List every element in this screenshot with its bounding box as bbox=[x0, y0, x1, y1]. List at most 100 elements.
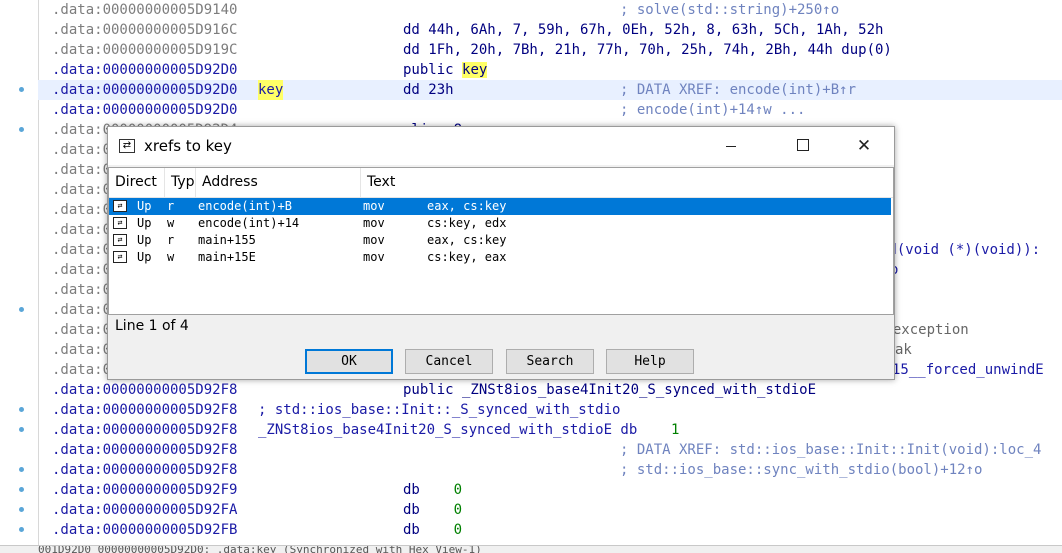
line-address: .data:00000000005D92D0 bbox=[52, 102, 238, 118]
row-operands: cs:key, eax bbox=[427, 250, 507, 264]
listing-line[interactable]: .data:00000000005D92FA db 0 bbox=[38, 500, 1062, 520]
column-header-direction[interactable]: Direct bbox=[109, 168, 165, 197]
listing-line[interactable]: .data:00000000005D92F8 public _ZNSt8ios_b… bbox=[38, 380, 1062, 400]
breakpoint-dot bbox=[19, 527, 24, 532]
table-header: Direct Typ Address Text bbox=[109, 168, 893, 198]
line-instruction: public key bbox=[403, 60, 488, 80]
highlighted-symbol[interactable]: key bbox=[462, 62, 488, 78]
table-row[interactable]: ⇄ Up r main+155 mov eax, cs:key bbox=[109, 232, 891, 249]
line-instruction: db 0 bbox=[403, 520, 462, 540]
listing-fragment: 15__forced_unwindE bbox=[892, 362, 1044, 378]
line-instruction: db 0 bbox=[403, 500, 462, 520]
line-address: .data:00000000005D92D0 bbox=[52, 62, 238, 78]
cancel-button[interactable]: Cancel bbox=[405, 349, 493, 374]
row-direction: Up bbox=[137, 199, 152, 213]
listing-line[interactable]: .data:00000000005D916C dd 44h, 6Ah, 7, 59… bbox=[38, 20, 1062, 40]
row-direction: Up bbox=[137, 250, 152, 264]
line-address: .data:00000000005D9140 bbox=[52, 2, 238, 18]
column-header-type[interactable]: Typ bbox=[165, 168, 196, 197]
row-type: w bbox=[167, 250, 175, 264]
maximize-icon bbox=[797, 139, 809, 151]
help-button[interactable]: Help bbox=[606, 349, 694, 374]
free-text: ; std::ios_base::Init::_S_synced_with_st… bbox=[258, 402, 621, 418]
xrefs-table[interactable]: Direct Typ Address Text ⇄ Up r encode(int)+… bbox=[108, 167, 894, 315]
row-address: encode(int)+14 bbox=[198, 216, 300, 230]
breakpoint-dot bbox=[19, 307, 24, 312]
listing-line[interactable]: .data:00000000005D919C dd 1Fh, 20h, 7Bh, … bbox=[38, 40, 1062, 60]
line-address: .data:00000000005D92FA bbox=[52, 502, 238, 518]
table-row[interactable]: ⇄ Up r encode(int)+B mov eax, cs:key bbox=[109, 198, 891, 215]
line-address: .data:00000000005D92D0 bbox=[52, 82, 238, 98]
line-address: .data:00000000005D919C bbox=[52, 42, 238, 58]
listing-fragment: ed(void (*)(void)): bbox=[880, 242, 1041, 258]
line-address: .data:00000000005D92F8 bbox=[52, 382, 238, 398]
ok-button[interactable]: OK bbox=[305, 349, 393, 374]
listing-line[interactable]: .data:00000000005D9140 ; solve(std::strin… bbox=[38, 0, 1062, 20]
listing-line[interactable]: .data:00000000005D92F8 ; DATA XREF: std::… bbox=[38, 440, 1062, 460]
row-address: encode(int)+B bbox=[198, 199, 292, 213]
line-text: _ZNSt8ios_base4Init20_S_synced_with_stdi… bbox=[258, 420, 679, 440]
close-button[interactable]: ✕ bbox=[841, 127, 887, 165]
operand-value: 1 bbox=[671, 422, 680, 438]
maximize-button[interactable] bbox=[780, 127, 826, 165]
xref-icon: ⇄ bbox=[113, 251, 127, 263]
line-label[interactable]: key bbox=[258, 80, 284, 100]
listing-line[interactable]: .data:00000000005D92D0 ; encode(int)+14↑w… bbox=[38, 100, 1062, 120]
row-operands: cs:key, edx bbox=[427, 216, 507, 230]
dialog-status: Line 1 of 4 bbox=[115, 318, 189, 334]
operand-value: 0 bbox=[453, 482, 463, 498]
line-comment: ; solve(std::string)+250↑o bbox=[620, 2, 840, 18]
xref-icon: ⇄ bbox=[113, 234, 127, 246]
instruction-text: db bbox=[403, 522, 454, 538]
row-direction: Up bbox=[137, 233, 152, 247]
listing-line[interactable]: .data:00000000005D92F8 ; std::ios_base::I… bbox=[38, 400, 1062, 420]
operand-value: 0 bbox=[453, 522, 463, 538]
dialog-title: xrefs to key bbox=[144, 137, 232, 155]
listing-line[interactable]: .data:00000000005D92FB db 0 bbox=[38, 520, 1062, 540]
line-comment: ; DATA XREF: std::ios_base::Init::Init(v… bbox=[620, 442, 1042, 458]
minimize-button[interactable] bbox=[708, 127, 754, 165]
listing-line[interactable]: .data:00000000005D92F9 db 0 bbox=[38, 480, 1062, 500]
line-instruction: dd 44h, 6Ah, 7, 59h, 67h, 0Eh, 52h, 8, 6… bbox=[403, 22, 884, 38]
row-instruction: mov bbox=[363, 216, 385, 230]
row-type: r bbox=[167, 199, 175, 213]
listing-line[interactable]: .data:00000000005D92D0 public key bbox=[38, 60, 1062, 80]
search-button[interactable]: Search bbox=[506, 349, 594, 374]
row-direction: Up bbox=[137, 216, 152, 230]
breakpoint-dot bbox=[19, 507, 24, 512]
breakpoint-dot bbox=[19, 127, 24, 132]
line-address: .data:00000000005D92F8 bbox=[52, 422, 238, 438]
row-address: main+155 bbox=[198, 233, 256, 247]
line-address: .data:00000000005D916C bbox=[52, 22, 238, 38]
dialog-titlebar[interactable]: ⇄ xrefs to key ✕ bbox=[108, 127, 894, 165]
close-icon: ✕ bbox=[856, 136, 872, 156]
instruction-text: db bbox=[403, 502, 454, 518]
breakpoint-dot bbox=[19, 87, 24, 92]
breakpoint-dot bbox=[19, 487, 24, 492]
breakpoint-dot bbox=[19, 467, 24, 472]
row-operands: eax, cs:key bbox=[427, 233, 507, 247]
operand-value: 0 bbox=[453, 502, 463, 518]
listing-line[interactable]: .data:00000000005D92F8 _ZNSt8ios_base4Ini… bbox=[38, 420, 1062, 440]
table-row[interactable]: ⇄ Up w encode(int)+14 mov cs:key, edx bbox=[109, 215, 891, 232]
line-instruction: dd 23h bbox=[403, 82, 454, 98]
table-row[interactable]: ⇄ Up w main+15E mov cs:key, eax bbox=[109, 249, 891, 266]
line-instruction: dd 1Fh, 20h, 7Bh, 21h, 77h, 70h, 25h, 74… bbox=[403, 42, 892, 58]
listing-line[interactable]: .data:00000000005D92D0 key dd 23h ; DATA XR… bbox=[38, 80, 1062, 100]
xref-icon: ⇄ bbox=[119, 139, 135, 153]
instruction-text: public bbox=[403, 62, 463, 78]
instruction-text: db bbox=[403, 482, 454, 498]
row-instruction: mov bbox=[363, 250, 385, 264]
line-instruction: public _ZNSt8ios_base4Init20_S_synced_wi… bbox=[403, 382, 817, 398]
breakpoint-dot bbox=[19, 427, 24, 432]
line-address: .data:00000000005D92F8 bbox=[52, 402, 238, 418]
column-header-text[interactable]: Text bbox=[361, 168, 561, 197]
listing-line[interactable]: .data:00000000005D92F8 ; std::ios_base::s… bbox=[38, 460, 1062, 480]
line-text: ; std::ios_base::Init::_S_synced_with_st… bbox=[258, 400, 620, 420]
xref-icon: ⇄ bbox=[113, 200, 127, 212]
line-comment: ; std::ios_base::sync_with_stdio(bool)+1… bbox=[620, 462, 983, 478]
line-address: .data:00000000005D92FB bbox=[52, 522, 238, 538]
column-header-address[interactable]: Address bbox=[196, 168, 361, 197]
listing-fragment: ak bbox=[895, 342, 912, 358]
xrefs-dialog[interactable]: ⇄ xrefs to key ✕ Direct Typ Address Text… bbox=[107, 126, 895, 380]
